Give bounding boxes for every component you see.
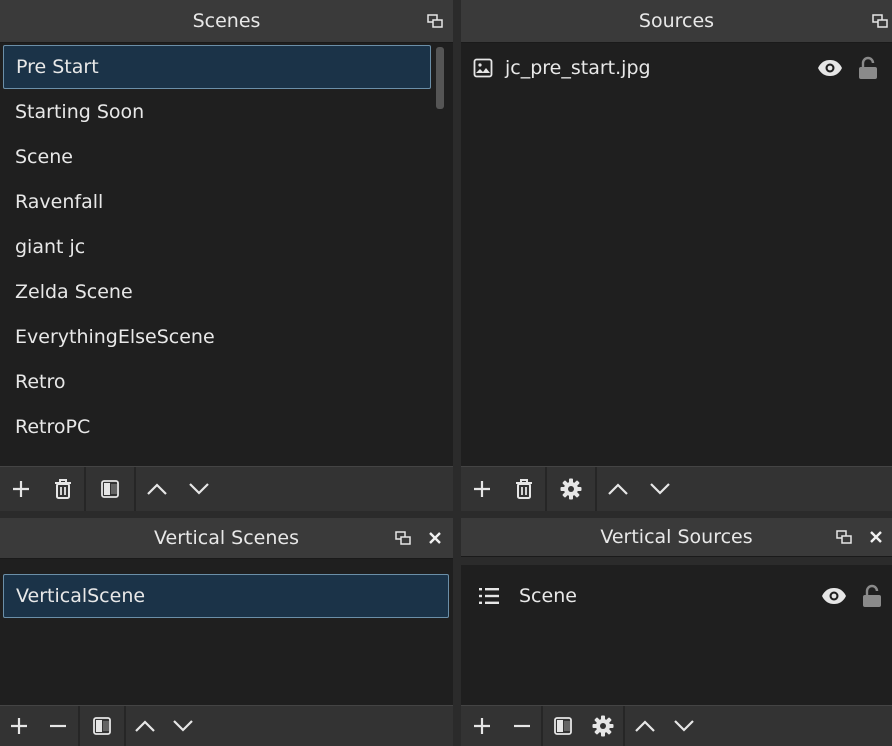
vertical-source-filters-button[interactable] [543,706,583,746]
move-scene-down-button[interactable] [178,467,220,511]
scene-item[interactable]: Pre Start [3,45,431,89]
scenes-panel-title: Scenes [192,10,261,32]
vertical-sources-panel: Vertical Sources Scene [461,518,892,746]
minus-icon [514,724,530,728]
gear-icon [560,478,582,500]
move-source-down-button[interactable] [639,467,681,511]
add-vertical-source-button[interactable] [461,706,503,746]
vertical-source-item-label: Scene [519,585,577,607]
scene-item[interactable]: Scene [3,135,431,179]
scene-item[interactable]: giant jc [3,225,431,269]
minus-icon [50,724,66,728]
vertical-sources-list[interactable]: Scene [461,557,892,712]
vertical-scenes-toolbar [0,705,453,746]
scene-item-label: Pre Start [16,56,99,78]
chevron-down-icon [173,720,193,732]
eye-icon[interactable] [816,54,844,82]
filter-icon [101,480,119,498]
vertical-source-item[interactable]: Scene [477,573,886,619]
plus-icon [11,718,27,734]
trash-icon [516,479,532,499]
scene-item-label: EverythingElseScene [15,326,215,348]
scene-item-label: Starting Soon [15,101,145,123]
filter-icon [93,717,111,735]
chevron-down-icon [650,483,670,495]
scenes-panel: Scenes Pre Start Starting Soon Scene Rav… [0,0,453,511]
scene-item-label: Ravenfall [15,191,104,213]
filter-icon [554,717,572,735]
vertical-scenes-panel-title: Vertical Scenes [154,527,299,549]
move-scene-up-button[interactable] [136,467,178,511]
move-vertical-source-up-button[interactable] [625,706,665,746]
chevron-up-icon [135,720,155,732]
remove-scene-button[interactable] [42,467,84,511]
chevron-up-icon [608,483,628,495]
source-properties-button[interactable] [547,467,595,511]
vertical-scenes-panel: Vertical Scenes VerticalScene [0,518,453,746]
scene-item-label: Scene [15,146,73,168]
add-vertical-scene-button[interactable] [0,706,38,746]
vertical-sources-panel-title: Vertical Sources [600,526,753,548]
plus-icon [474,481,490,497]
scene-item-label: Retro [15,371,66,393]
move-vertical-scene-up-button[interactable] [126,706,164,746]
scene-item[interactable]: Starting Soon [3,90,431,134]
sources-panel-header: Sources [461,0,892,43]
remove-source-button[interactable] [503,467,545,511]
scene-item[interactable]: Retro [3,360,431,404]
scenes-scrollbar[interactable] [436,47,444,109]
lock-icon[interactable] [858,582,886,610]
vertical-source-properties-button[interactable] [583,706,623,746]
scenes-panel-header: Scenes [0,0,453,43]
undock-icon[interactable] [423,0,447,42]
scene-item[interactable]: Zelda Scene [3,270,431,314]
add-source-button[interactable] [461,467,503,511]
vertical-scene-item[interactable]: VerticalScene [3,574,449,618]
remove-vertical-scene-button[interactable] [38,706,78,746]
vertical-sources-toolbar [461,705,892,746]
sources-panel: Sources jc_pre_start.jpg [461,0,892,511]
plus-icon [13,481,29,497]
scenes-list[interactable]: Pre Start Starting Soon Scene Ravenfall … [0,43,453,465]
image-icon [471,56,495,80]
move-vertical-scene-down-button[interactable] [164,706,202,746]
list-icon [477,584,501,608]
lock-icon[interactable] [854,54,882,82]
add-scene-button[interactable] [0,467,42,511]
vertical-scene-filters-button[interactable] [80,706,124,746]
scenes-toolbar [0,466,453,511]
source-item[interactable]: jc_pre_start.jpg [471,45,882,91]
remove-vertical-source-button[interactable] [503,706,541,746]
sources-panel-title: Sources [638,10,715,32]
vertical-scenes-panel-header: Vertical Scenes [0,518,453,559]
scene-item[interactable]: RetroPC [3,405,431,449]
vertical-scenes-list[interactable]: VerticalScene [0,559,453,704]
chevron-up-icon [635,720,655,732]
chevron-up-icon [147,483,167,495]
scene-item[interactable]: Ravenfall [3,180,431,224]
undock-icon[interactable] [391,518,415,558]
chevron-down-icon [674,720,694,732]
move-vertical-source-down-button[interactable] [665,706,703,746]
scene-filters-button[interactable] [86,467,134,511]
sources-list[interactable]: jc_pre_start.jpg [461,43,892,465]
scene-item-label: Zelda Scene [15,281,133,303]
scene-item-label: RetroPC [15,416,91,438]
undock-icon[interactable] [868,0,892,42]
move-source-up-button[interactable] [597,467,639,511]
gear-icon [592,715,614,737]
vertical-sources-panel-header: Vertical Sources [461,518,892,557]
close-icon[interactable] [423,518,447,558]
vertical-scene-item-label: VerticalScene [16,585,146,607]
eye-icon[interactable] [820,582,848,610]
scene-item[interactable]: EverythingElseScene [3,315,431,359]
undock-icon[interactable] [832,518,856,556]
chevron-down-icon [189,483,209,495]
sources-toolbar [461,466,892,511]
close-icon[interactable] [864,518,888,556]
plus-icon [474,718,490,734]
scene-item-label: giant jc [15,236,86,258]
source-item-label: jc_pre_start.jpg [505,57,651,79]
trash-icon [55,479,71,499]
